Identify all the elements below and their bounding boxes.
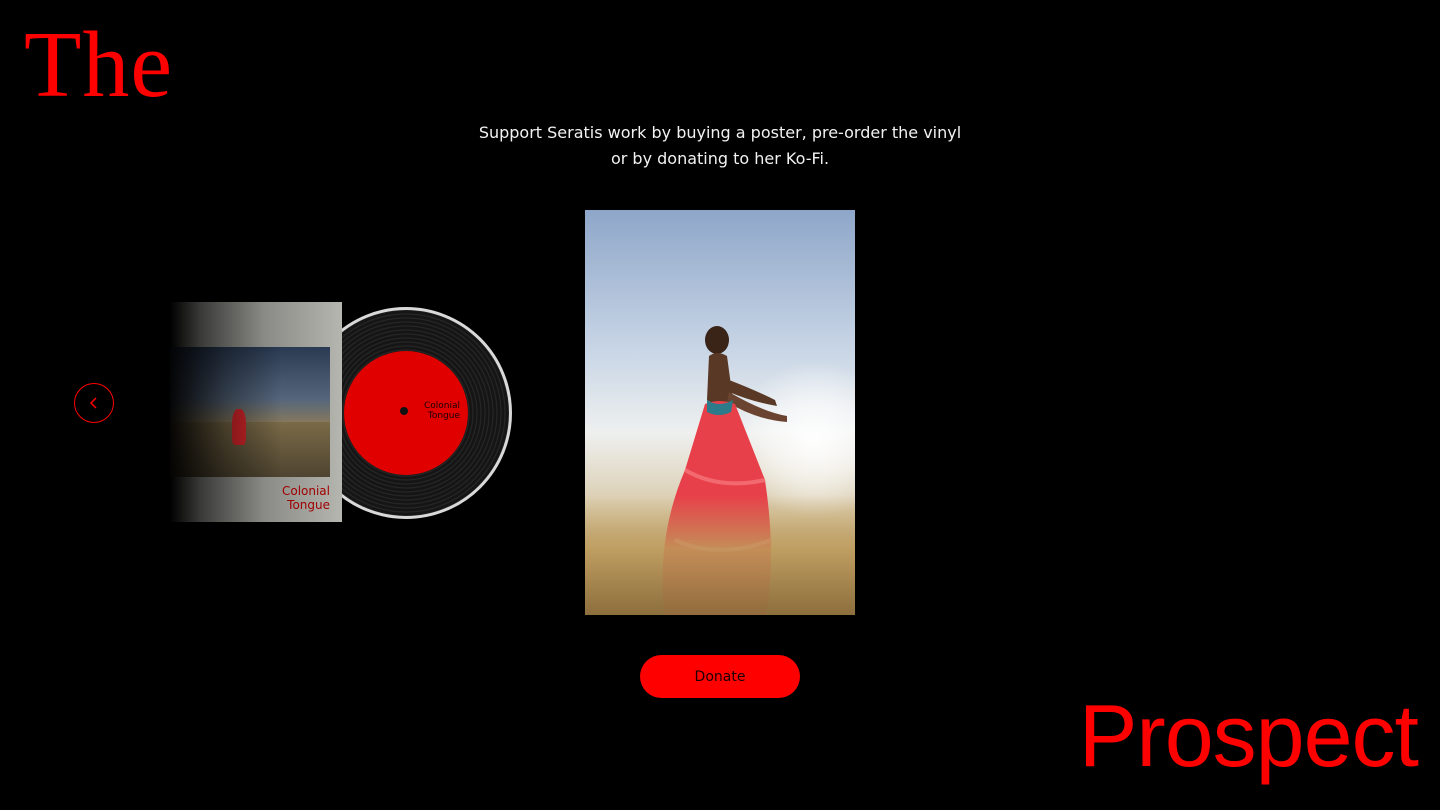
chevron-left-icon xyxy=(89,397,97,409)
poster-grass-foreground xyxy=(585,495,855,615)
vinyl-sleeve: Colonial Tongue xyxy=(170,302,342,522)
sleeve-album-title-line-2: Tongue xyxy=(287,498,330,512)
brand-logo-the: The xyxy=(24,13,174,117)
support-intro-line-1: Support Seratis work by buying a poster,… xyxy=(478,123,962,142)
sleeve-album-title-line-1: Colonial xyxy=(281,484,330,498)
poster-image[interactable] xyxy=(585,210,855,615)
support-intro-text: Support Seratis work by buying a poster,… xyxy=(460,120,980,172)
brand-logo-prospect: Prospect xyxy=(1078,686,1419,785)
donate-button[interactable]: Donate xyxy=(640,655,800,698)
vinyl-spindle-hole xyxy=(400,407,408,415)
carousel-prev-button[interactable] xyxy=(74,383,114,423)
sleeve-album-title: Colonial Tongue xyxy=(282,484,330,512)
vinyl-record-label: Colonial Tongue xyxy=(344,351,468,475)
support-intro-line-2: or by donating to her Ko-Fi. xyxy=(610,149,830,168)
vinyl-label-title-line-1: Colonial xyxy=(423,401,460,411)
vinyl-label-title-line-2: Tongue xyxy=(427,411,460,421)
sleeve-photo xyxy=(170,347,330,477)
vinyl-product[interactable]: Colonial Tongue Colonial Tongue xyxy=(170,302,512,524)
vinyl-label-title: Colonial Tongue xyxy=(424,401,460,421)
